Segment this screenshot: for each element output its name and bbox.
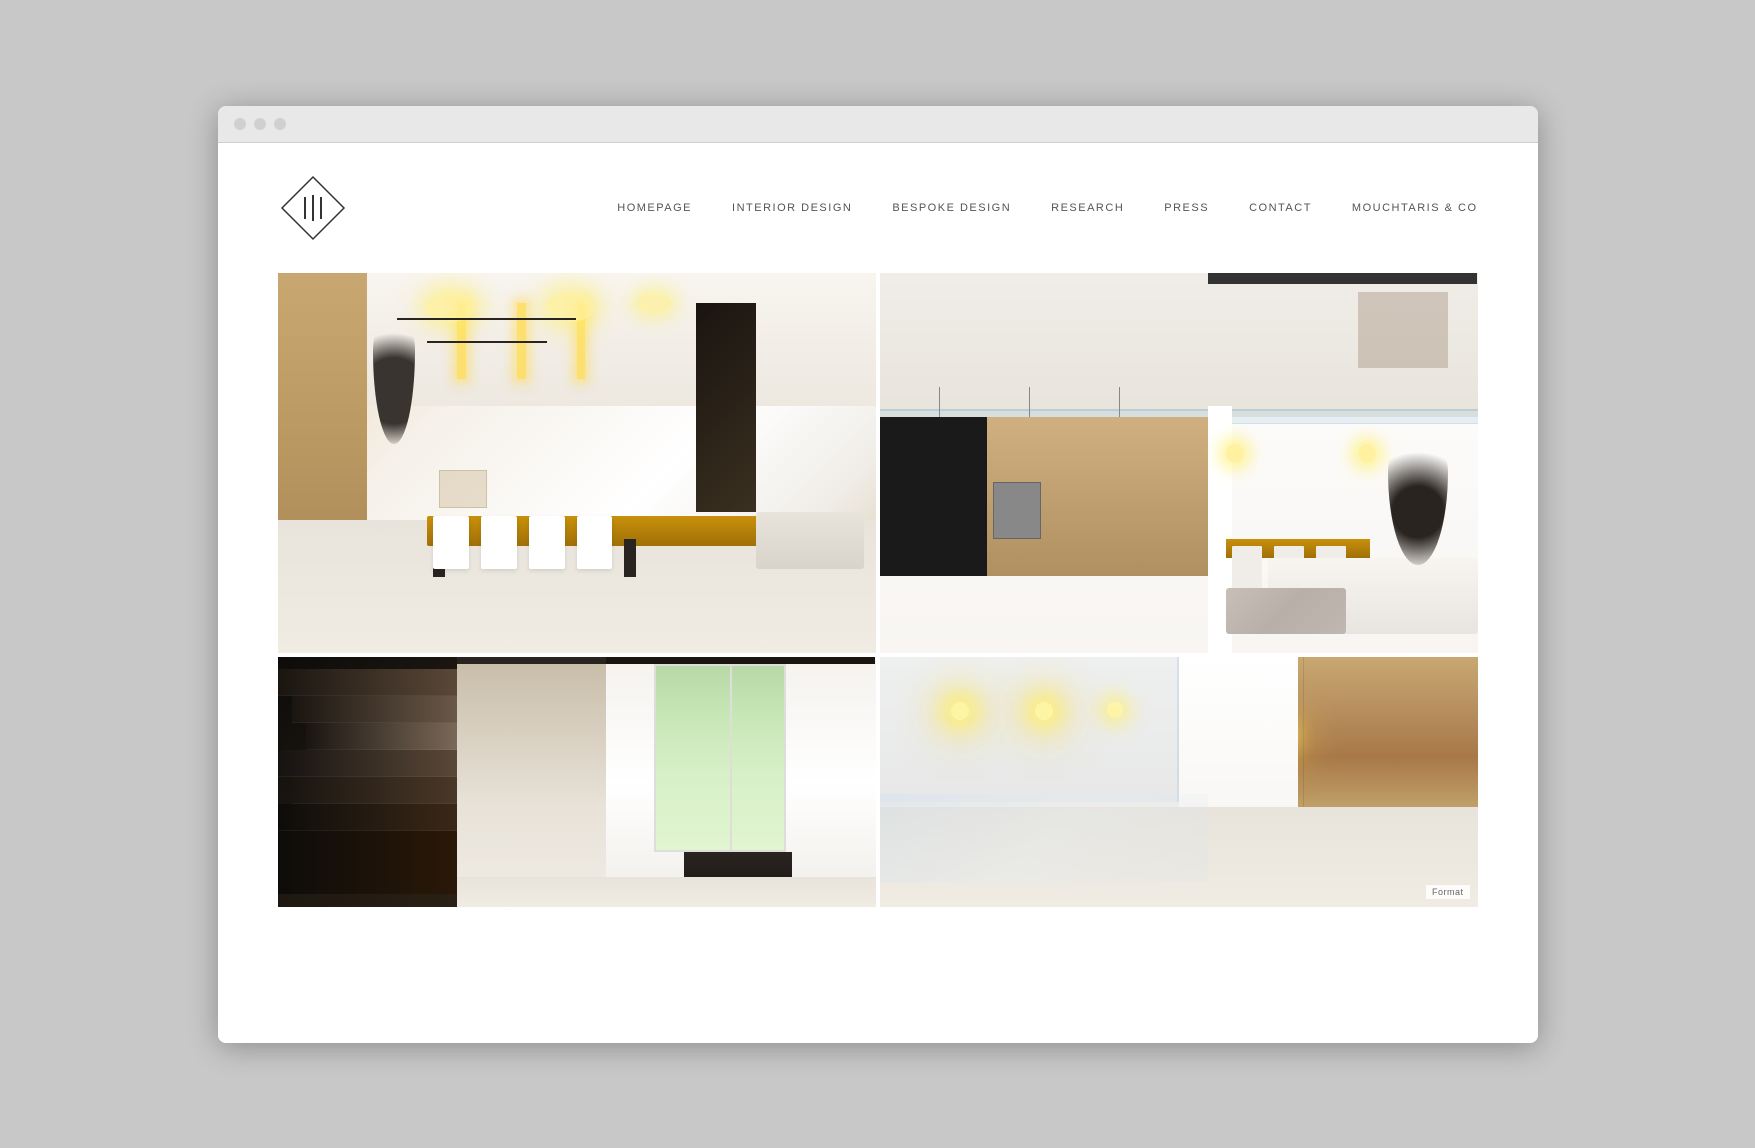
gallery-item-room3[interactable] bbox=[278, 657, 876, 907]
stair-step-6 bbox=[278, 804, 457, 831]
logo-svg bbox=[278, 173, 348, 243]
room1-chair-1 bbox=[433, 516, 469, 569]
room3-beam-2 bbox=[606, 657, 875, 665]
gallery-item-room4[interactable]: Format bbox=[880, 657, 1478, 907]
format-badge: Format bbox=[1426, 885, 1470, 899]
room1-scene bbox=[278, 273, 876, 653]
room1-stairs bbox=[696, 303, 756, 512]
room4-scene: Format bbox=[880, 657, 1478, 907]
room4-ceiling-light-3 bbox=[1107, 702, 1123, 718]
room4-ceiling-light-2 bbox=[1035, 702, 1053, 720]
room1-table-leg-2 bbox=[624, 539, 636, 577]
room1-hanging-chair bbox=[373, 311, 415, 444]
nav-item-mouchtaris[interactable]: MOUCHTARIS & CO bbox=[1352, 202, 1478, 214]
room2-dining-chair-1 bbox=[1232, 546, 1262, 592]
stair-step-1 bbox=[278, 669, 457, 696]
room1-chair-2 bbox=[481, 516, 517, 569]
room1-sofa bbox=[756, 512, 864, 569]
room1-chair-4 bbox=[577, 516, 613, 569]
nav-item-research[interactable]: RESEARCH bbox=[1051, 202, 1124, 214]
nav-item-contact[interactable]: CONTACT bbox=[1249, 202, 1312, 214]
browser-dot-red bbox=[234, 118, 246, 130]
room2-scene bbox=[880, 273, 1478, 653]
room1-chair-3 bbox=[529, 516, 565, 569]
room2-oven bbox=[993, 482, 1041, 539]
room2-wall-light-1 bbox=[1358, 444, 1376, 463]
room2-backsplash bbox=[880, 417, 988, 577]
room2-ceiling-beam bbox=[1208, 273, 1477, 284]
stair-step-4 bbox=[278, 750, 457, 777]
nav-item-bespoke-design[interactable]: BESPOKE DESIGN bbox=[892, 202, 1011, 214]
browser-window: HOMEPAGE INTERIOR DESIGN BESPOKE DESIGN … bbox=[218, 106, 1538, 1043]
website-body: HOMEPAGE INTERIOR DESIGN BESPOKE DESIGN … bbox=[218, 143, 1538, 1043]
room1-beam-1 bbox=[397, 318, 576, 320]
nav-menu: HOMEPAGE INTERIOR DESIGN BESPOKE DESIGN … bbox=[617, 202, 1477, 214]
gallery-grid: Format bbox=[278, 273, 1478, 907]
main-navigation: HOMEPAGE INTERIOR DESIGN BESPOKE DESIGN … bbox=[617, 202, 1477, 214]
room1-wall-art bbox=[439, 470, 487, 508]
room3-steps-container bbox=[278, 669, 457, 894]
stair-step-7 bbox=[278, 831, 457, 894]
room2-hanging-chair bbox=[1388, 432, 1448, 565]
room4-ceiling-light-1 bbox=[951, 702, 969, 720]
stair-step-3 bbox=[306, 723, 457, 750]
gallery-item-room2[interactable] bbox=[880, 273, 1478, 653]
room3-middle bbox=[457, 657, 607, 907]
room2-upper-shelf bbox=[1358, 292, 1448, 368]
logo-diamond bbox=[278, 173, 348, 243]
room4-mirror bbox=[880, 794, 1209, 882]
room3-scene bbox=[278, 657, 876, 907]
browser-dot-green bbox=[274, 118, 286, 130]
room4-glass-panel bbox=[880, 657, 1179, 802]
logo-container[interactable] bbox=[278, 173, 348, 243]
browser-dot-yellow bbox=[254, 118, 266, 130]
nav-item-press[interactable]: PRESS bbox=[1164, 202, 1209, 214]
room3-window bbox=[654, 664, 786, 852]
room3-floor bbox=[457, 877, 876, 907]
room3-window-mullion bbox=[730, 664, 732, 852]
nav-item-homepage[interactable]: HOMEPAGE bbox=[617, 202, 692, 214]
nav-item-interior-design[interactable]: INTERIOR DESIGN bbox=[732, 202, 852, 214]
site-header: HOMEPAGE INTERIOR DESIGN BESPOKE DESIGN … bbox=[218, 143, 1538, 273]
room2-wall-light-2 bbox=[1226, 444, 1244, 463]
room1-beam-2 bbox=[427, 341, 547, 343]
gallery-item-room1[interactable] bbox=[278, 273, 876, 653]
stair-step-5 bbox=[292, 777, 457, 804]
stair-step-2 bbox=[292, 696, 457, 723]
browser-chrome bbox=[218, 106, 1538, 143]
room2-ottoman bbox=[1226, 588, 1346, 634]
